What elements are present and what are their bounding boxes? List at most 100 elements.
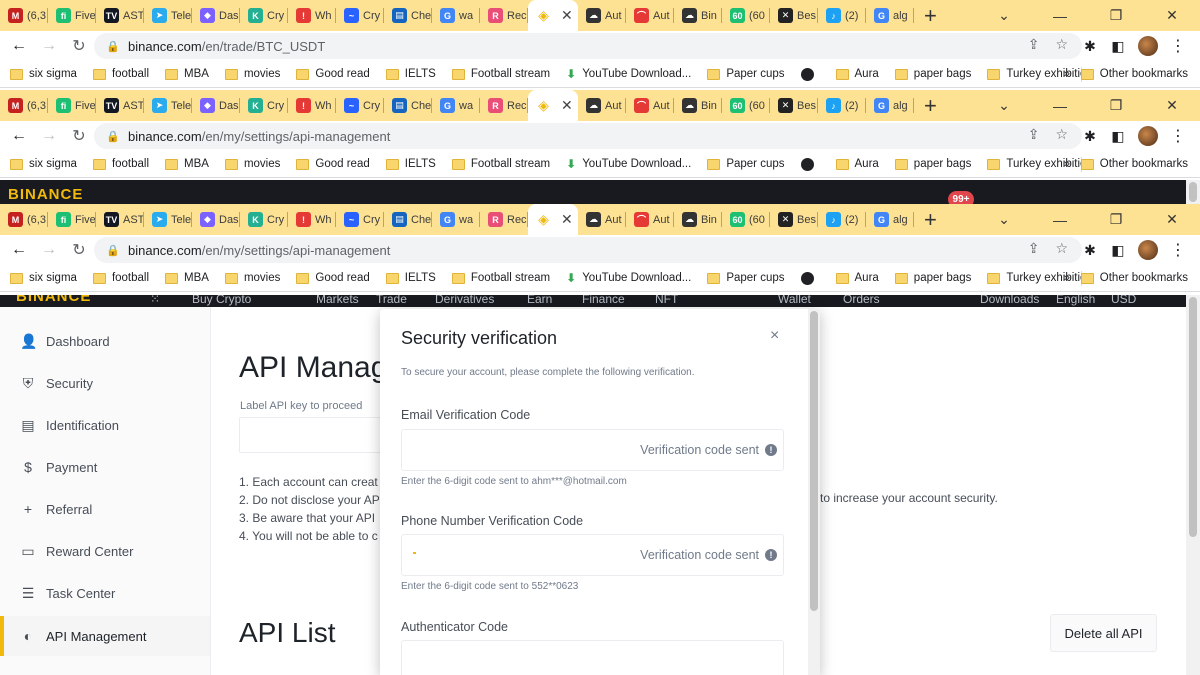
browser-tab[interactable]: K Cry <box>240 90 288 121</box>
bookmark-item[interactable]: six sigma <box>10 68 77 80</box>
reload-icon[interactable]: ↻ <box>64 126 94 146</box>
menu-icon[interactable]: ⋮ <box>1170 36 1186 56</box>
other-bookmarks[interactable]: Other bookmarks <box>1080 158 1188 170</box>
phone-code-status[interactable]: Verification code sent <box>640 548 759 562</box>
minimize-icon[interactable]: — <box>1032 98 1088 114</box>
authenticator-code-input[interactable] <box>401 640 784 675</box>
back-icon[interactable]: ← <box>4 241 34 259</box>
sidepanel-icon[interactable]: ◧ <box>1110 38 1126 55</box>
window-close-icon[interactable]: ✕ <box>1144 97 1200 114</box>
browser-tab[interactable]: Galg <box>866 0 914 31</box>
bookmark-item[interactable] <box>800 157 820 171</box>
bookmark-item[interactable]: Aura <box>835 158 879 170</box>
bookmark-item[interactable]: six sigma <box>10 158 77 170</box>
browser-tab[interactable]: ☁ Bin <box>674 204 722 235</box>
bookmark-item[interactable]: ⬇ YouTube Download... <box>566 67 691 81</box>
browser-tab[interactable]: K Cry <box>240 0 288 31</box>
bookmark-item[interactable]: paper bags <box>894 68 971 80</box>
nav-earn[interactable]: Earn <box>527 295 552 306</box>
sidebar-item-task-center[interactable]: ☰ Task Center <box>0 573 210 613</box>
bookmarks-overflow-icon[interactable]: » <box>1064 68 1070 80</box>
browser-tab[interactable]: TV AST <box>96 0 144 31</box>
browser-tab[interactable]: 60 (60 <box>722 90 770 121</box>
bookmark-item[interactable]: IELTS <box>385 158 436 170</box>
menu-icon[interactable]: ⋮ <box>1170 240 1186 260</box>
sidebar-item-dashboard[interactable]: 👤 Dashboard <box>0 321 210 361</box>
close-icon[interactable]: × <box>770 327 779 345</box>
bookmark-item[interactable]: MBA <box>165 68 209 80</box>
forward-icon[interactable]: → <box>34 127 64 145</box>
browser-tab[interactable]: fi Five <box>48 90 96 121</box>
extensions-icon[interactable]: ✱ <box>1082 242 1098 259</box>
close-tab-icon[interactable]: ✕ <box>561 211 573 228</box>
share-icon[interactable]: ⇪ <box>1028 36 1040 53</box>
browser-tab[interactable]: ▤ Che <box>384 0 432 31</box>
bookmark-item[interactable]: movies <box>224 158 280 170</box>
bookmarks-overflow-icon[interactable]: » <box>1064 272 1070 284</box>
bookmark-item[interactable]: Football stream <box>451 158 550 170</box>
apps-icon[interactable]: ⁙ <box>150 295 160 306</box>
browser-tab[interactable]: Galg <box>866 204 914 235</box>
omnibox[interactable]: 🔒 binance.com/en/trade/BTC_USDT ⇪ ☆ <box>94 33 1082 59</box>
browser-tab[interactable]: 60 (60 <box>722 204 770 235</box>
bookmark-item[interactable]: MBA <box>165 272 209 284</box>
window-close-icon[interactable]: ✕ <box>1144 7 1200 24</box>
omnibox[interactable]: 🔒 binance.com/en/my/settings/api-managem… <box>94 123 1082 149</box>
bookmark-item[interactable]: six sigma <box>10 272 77 284</box>
browser-tab[interactable]: ! Wh <box>288 0 336 31</box>
bookmark-item[interactable]: IELTS <box>385 272 436 284</box>
profile-avatar[interactable] <box>1138 36 1158 56</box>
new-tab-icon[interactable]: + <box>924 208 937 231</box>
bookmark-item[interactable]: IELTS <box>385 68 436 80</box>
profile-avatar[interactable] <box>1138 126 1158 146</box>
browser-tab[interactable]: ♪ (2) <box>818 0 866 31</box>
other-bookmarks[interactable]: Other bookmarks <box>1080 68 1188 80</box>
browser-tab[interactable]: R Rec <box>480 90 528 121</box>
nav-currency[interactable]: USD <box>1111 295 1136 306</box>
browser-tab[interactable]: ▤ Che <box>384 90 432 121</box>
browser-tab[interactable]: R Rec <box>480 204 528 235</box>
tab-search-icon[interactable]: ⌄ <box>976 7 1032 24</box>
email-code-status[interactable]: Verification code sent <box>640 443 759 457</box>
star-icon[interactable]: ☆ <box>1055 36 1068 53</box>
modal-scrollbar[interactable] <box>808 309 820 675</box>
browser-tab[interactable]: ◆ Das <box>192 90 240 121</box>
bookmark-item[interactable]: Paper cups <box>707 68 785 80</box>
browser-tab[interactable]: ➤ Tele <box>144 204 192 235</box>
restore-icon[interactable]: ❐ <box>1088 7 1144 24</box>
nav-nft[interactable]: NFT <box>655 295 678 306</box>
minimize-icon[interactable]: — <box>1032 212 1088 228</box>
bookmark-item[interactable]: paper bags <box>894 158 971 170</box>
browser-tab[interactable]: ! Wh <box>288 90 336 121</box>
browser-tab[interactable]: M (6,3 <box>0 204 48 235</box>
bookmark-item[interactable]: Good read <box>296 68 370 80</box>
omnibox[interactable]: 🔒 binance.com/en/my/settings/api-managem… <box>94 237 1082 263</box>
extensions-icon[interactable]: ✱ <box>1082 38 1098 55</box>
browser-tab[interactable]: ➤ Tele <box>144 0 192 31</box>
browser-tab[interactable]: ☁ Aut <box>578 0 626 31</box>
browser-tab[interactable]: ☁ Aut <box>578 204 626 235</box>
restore-icon[interactable]: ❐ <box>1088 211 1144 228</box>
bookmark-item[interactable]: Turkey exhibition <box>987 68 1093 80</box>
page-scrollbar[interactable] <box>1186 295 1200 675</box>
browser-tab[interactable]: M (6,3 <box>0 90 48 121</box>
bookmark-item[interactable]: movies <box>224 272 280 284</box>
share-icon[interactable]: ⇪ <box>1028 240 1040 257</box>
bookmark-item[interactable]: football <box>92 272 149 284</box>
browser-tab[interactable]: ☁ Bin <box>674 90 722 121</box>
delete-all-api-button[interactable]: Delete all API <box>1050 614 1157 652</box>
new-tab-icon[interactable]: + <box>924 4 937 27</box>
close-tab-icon[interactable]: ✕ <box>561 7 573 24</box>
browser-tab[interactable]: fi Five <box>48 0 96 31</box>
new-tab-icon[interactable]: + <box>924 94 937 117</box>
browser-tab[interactable]: TV AST <box>96 204 144 235</box>
forward-icon[interactable]: → <box>34 241 64 259</box>
nav-buy-crypto[interactable]: Buy Crypto <box>192 295 251 306</box>
browser-tab[interactable]: ♪ (2) <box>818 204 866 235</box>
browser-tab[interactable]: ⌒ Aut <box>626 0 674 31</box>
bookmarks-overflow-icon[interactable]: » <box>1064 158 1070 170</box>
browser-tab[interactable]: ✕ Bes <box>770 90 818 121</box>
back-icon[interactable]: ← <box>4 37 34 55</box>
bookmark-item[interactable]: Good read <box>296 272 370 284</box>
sidepanel-icon[interactable]: ◧ <box>1110 242 1126 259</box>
